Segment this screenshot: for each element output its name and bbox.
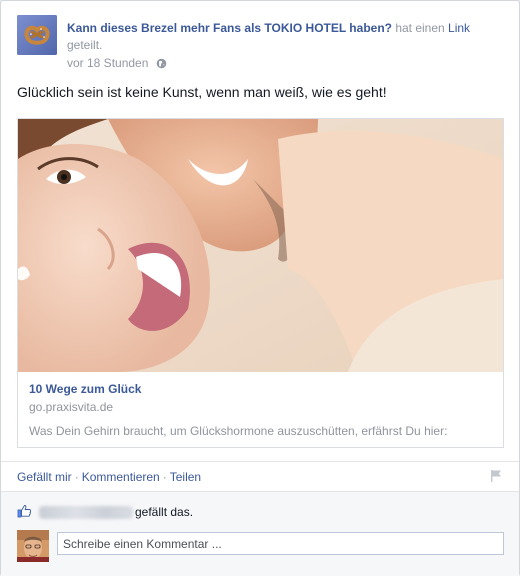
likes-text: gefällt das. bbox=[135, 505, 194, 519]
link-preview-image[interactable] bbox=[18, 119, 503, 372]
thumbs-up-icon bbox=[17, 504, 32, 524]
shared-link-post: Kann dieses Brezel mehr Fans als TOKIO H… bbox=[0, 0, 520, 576]
actions-divider bbox=[1, 461, 519, 462]
link-preview-body: 10 Wege zum Glück go.praxisvita.de Was D… bbox=[29, 381, 494, 439]
link-domain: go.praxisvita.de bbox=[29, 400, 114, 414]
action-prefix: hat einen bbox=[391, 21, 449, 35]
separator-dot: · bbox=[74, 470, 79, 484]
action-suffix: geteilt. bbox=[67, 38, 103, 52]
page-name-link[interactable]: Kann dieses Brezel mehr Fans als TOKIO H… bbox=[67, 21, 392, 35]
liker-name-blurred[interactable] bbox=[39, 506, 133, 519]
comment-composer bbox=[17, 530, 507, 564]
post-timestamp[interactable]: vor 18 Stunden bbox=[67, 56, 148, 70]
separator-dot: · bbox=[162, 470, 167, 484]
link-description: Was Dein Gehirn braucht, um Glückshormon… bbox=[29, 424, 448, 438]
post-header: Kann dieses Brezel mehr Fans als TOKIO H… bbox=[17, 15, 507, 71]
user-avatar bbox=[17, 530, 49, 562]
link-title[interactable]: 10 Wege zum Glück bbox=[29, 381, 494, 397]
flag-icon[interactable] bbox=[489, 469, 503, 486]
share-action[interactable]: Teilen bbox=[170, 470, 201, 484]
globe-icon[interactable] bbox=[156, 57, 167, 74]
link-preview-card[interactable]: 10 Wege zum Glück go.praxisvita.de Was D… bbox=[17, 118, 504, 448]
comment-action[interactable]: Kommentieren bbox=[82, 470, 160, 484]
comment-input[interactable] bbox=[57, 532, 504, 555]
feedback-section: gefällt das. bbox=[1, 491, 519, 576]
shared-link-word[interactable]: Link bbox=[448, 21, 470, 35]
post-attribution: Kann dieses Brezel mehr Fans als TOKIO H… bbox=[67, 20, 507, 74]
post-meta: vor 18 Stunden bbox=[67, 55, 507, 74]
post-actions: Gefällt mir · Kommentieren · Teilen bbox=[17, 470, 201, 484]
post-message: Glücklich sein ist keine Kunst, wenn man… bbox=[17, 84, 387, 100]
like-action[interactable]: Gefällt mir bbox=[17, 470, 72, 484]
page-avatar[interactable] bbox=[17, 15, 57, 55]
